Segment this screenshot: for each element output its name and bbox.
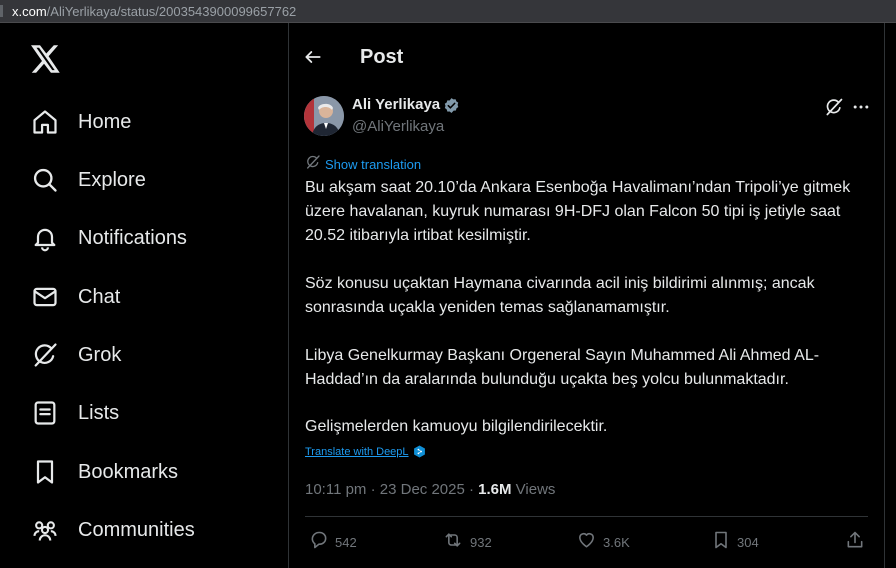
post-column: Post Ali Yerlikaya @AliYerlikaya Show tr…: [289, 23, 884, 568]
grok-translate-icon: [305, 154, 321, 175]
repost-count: 932: [470, 535, 492, 550]
address-url[interactable]: x.com/AliYerlikaya/status/20035439000996…: [12, 4, 296, 19]
avatar[interactable]: [304, 96, 344, 136]
author-handle[interactable]: @AliYerlikaya: [352, 118, 444, 135]
post-paragraph: Bu akşam saat 20.10’da Ankara Esenboğa H…: [305, 179, 851, 244]
page-title: Post: [360, 46, 404, 68]
author-name[interactable]: Ali Yerlikaya: [352, 96, 440, 113]
grok-icon[interactable]: [824, 97, 844, 117]
post-paragraph: Libya Genelkurmay Başkanı Orgeneral Sayı…: [305, 347, 820, 388]
like-count: 3.6K: [603, 535, 630, 550]
show-translation-label: Show translation: [325, 157, 422, 172]
deepl-label: Translate with DeepL: [305, 445, 409, 458]
left-sidebar: Home Explore Notifications Chat Grok Lis…: [0, 23, 288, 568]
bell-icon: [30, 223, 60, 253]
translate-with-deepl-link[interactable]: Translate with DeepL: [305, 445, 426, 458]
sidebar-item-home[interactable]: Home: [30, 102, 131, 142]
share-button[interactable]: [845, 530, 865, 555]
post-meta: 10:11 pm · 23 Dec 2025 · 1.6M Views: [305, 481, 555, 498]
divider: [305, 516, 868, 517]
list-icon: [30, 398, 60, 428]
sidebar-item-notifications[interactable]: Notifications: [30, 218, 187, 258]
post-paragraph: Gelişmelerden kamuoyu bilgilendirilecekt…: [305, 418, 608, 435]
show-translation-link[interactable]: Show translation: [305, 154, 421, 175]
heart-icon: [576, 530, 597, 555]
mail-icon: [30, 282, 60, 312]
bookmark-count: 304: [737, 535, 759, 550]
sidebar-item-chat[interactable]: Chat: [30, 277, 120, 317]
views-count: 1.6M: [478, 481, 512, 498]
sidebar-item-label: Communities: [78, 518, 195, 541]
sidebar-item-label: Bookmarks: [78, 460, 179, 483]
like-button[interactable]: 3.6K: [576, 530, 630, 555]
browser-address-bar[interactable]: x.com/AliYerlikaya/status/20035439000996…: [0, 0, 896, 23]
sidebar-item-explore[interactable]: Explore: [30, 160, 146, 200]
bookmark-icon: [711, 530, 731, 555]
sidebar-item-label: Grok: [78, 343, 122, 366]
sidebar-item-label: Home: [78, 110, 132, 133]
url-host: x.com: [12, 4, 47, 19]
post-timestamp[interactable]: 10:11 pm · 23 Dec 2025 ·: [305, 481, 478, 498]
share-icon: [845, 530, 865, 555]
reply-button[interactable]: 542: [309, 530, 357, 555]
search-icon: [30, 165, 60, 195]
sidebar-item-lists[interactable]: Lists: [30, 393, 119, 433]
people-icon: [30, 515, 60, 545]
views-label: Views: [511, 481, 556, 498]
reply-count: 542: [335, 535, 357, 550]
browser-edge-mark: [0, 5, 3, 17]
sidebar-item-label: Notifications: [78, 226, 187, 249]
x-logo-icon[interactable]: [31, 45, 61, 75]
url-path: /AliYerlikaya/status/2003543900099657762: [46, 4, 297, 19]
bookmark-icon: [30, 457, 60, 487]
post-paragraph: Söz konusu uçaktan Haymana civarında aci…: [305, 275, 815, 316]
column-divider-right: [884, 23, 885, 568]
sidebar-item-label: Lists: [78, 401, 120, 424]
sidebar-item-label: Chat: [78, 285, 121, 308]
repost-button[interactable]: 932: [442, 530, 492, 555]
reply-icon: [309, 530, 329, 555]
sidebar-item-bookmarks[interactable]: Bookmarks: [30, 452, 178, 492]
grok-icon: [30, 340, 60, 370]
verified-badge-icon: [443, 97, 460, 114]
deepl-icon: [413, 445, 426, 458]
sidebar-item-label: Explore: [78, 168, 146, 191]
repost-icon: [442, 530, 464, 555]
more-options-icon[interactable]: [851, 97, 871, 117]
sidebar-item-communities[interactable]: Communities: [30, 510, 195, 550]
sidebar-item-grok[interactable]: Grok: [30, 335, 121, 375]
back-arrow-icon[interactable]: [303, 47, 325, 69]
bookmark-button[interactable]: 304: [711, 530, 759, 555]
home-icon: [30, 107, 60, 137]
